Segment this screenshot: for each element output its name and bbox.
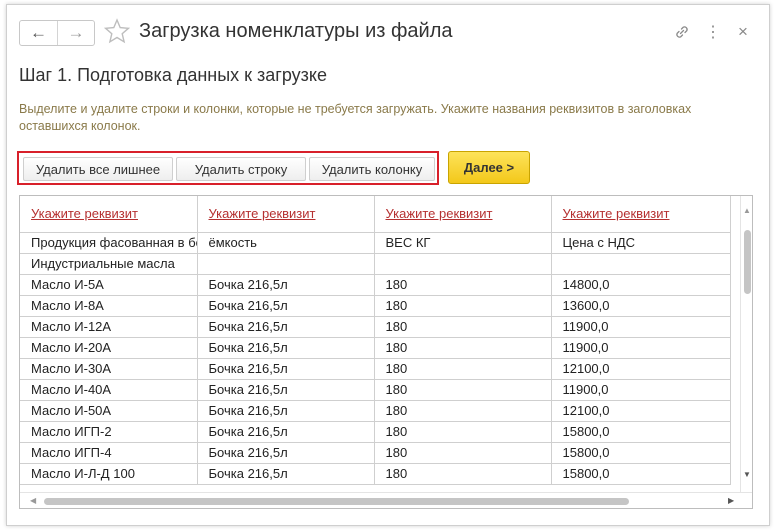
column-header[interactable]: Укажите реквизит <box>374 196 552 233</box>
step-title: Шаг 1. Подготовка данных к загрузке <box>19 65 328 85</box>
scroll-up-icon[interactable]: ▲ <box>743 206 751 215</box>
table-cell[interactable]: 12100,0 <box>551 400 731 422</box>
delete-row-button[interactable]: Удалить строку <box>176 157 306 181</box>
arrow-right-icon: → <box>67 23 85 42</box>
navigation-buttons: ← → <box>19 20 95 46</box>
highlighted-button-group: Удалить все лишнее Удалить строку Удалит… <box>17 151 439 185</box>
table-cell[interactable]: 180 <box>374 442 552 464</box>
table-cell[interactable]: Масло И-12А <box>20 316 198 338</box>
table-cell[interactable]: Индустриальные масла <box>20 253 198 275</box>
horizontal-scrollbar[interactable]: ◀ ▶ <box>20 492 752 508</box>
table-cell[interactable]: 12100,0 <box>551 358 731 380</box>
table-row[interactable]: Масло ИГП-2 Бочка 216,5л 180 15800,0 <box>20 421 731 443</box>
table-cell[interactable]: Бочка 216,5л <box>197 442 375 464</box>
table-cell[interactable]: 14800,0 <box>551 274 731 296</box>
table-cell[interactable]: Бочка 216,5л <box>197 358 375 380</box>
table-cell[interactable]: 11900,0 <box>551 379 731 401</box>
table-cell[interactable]: Масло И-8А <box>20 295 198 317</box>
column-header[interactable]: Укажите реквизит <box>20 196 198 233</box>
table-cell[interactable] <box>374 253 552 275</box>
scroll-right-icon[interactable]: ▶ <box>728 496 734 505</box>
table-cell[interactable]: Бочка 216,5л <box>197 337 375 359</box>
table-row[interactable]: Масло И-5А Бочка 216,5л 180 14800,0 <box>20 274 731 296</box>
header-link[interactable]: Укажите реквизит <box>31 206 138 221</box>
table-cell[interactable]: Масло И-5А <box>20 274 198 296</box>
table-cell[interactable]: 180 <box>374 463 552 485</box>
table-row[interactable]: Масло И-50А Бочка 216,5л 180 12100,0 <box>20 400 731 422</box>
header-link[interactable]: Укажите реквизит <box>563 206 670 221</box>
vertical-scroll-thumb[interactable] <box>744 230 751 294</box>
table-cell[interactable] <box>197 253 375 275</box>
table-cell[interactable]: Бочка 216,5л <box>197 421 375 443</box>
table-row[interactable]: Масло И-8А Бочка 216,5л 180 13600,0 <box>20 295 731 317</box>
table-row[interactable]: Индустриальные масла <box>20 253 731 275</box>
table-cell[interactable]: 180 <box>374 379 552 401</box>
back-button[interactable]: ← <box>20 21 57 45</box>
table-cell[interactable]: 180 <box>374 337 552 359</box>
more-options-icon[interactable]: ⋮ <box>704 23 722 41</box>
table-cell[interactable]: 11900,0 <box>551 337 731 359</box>
scroll-down-icon[interactable]: ▼ <box>743 470 751 479</box>
instruction-text: Выделите и удалите строки и колонки, кот… <box>19 102 692 133</box>
table-cell[interactable]: Бочка 216,5л <box>197 463 375 485</box>
table-cell[interactable]: 15800,0 <box>551 421 731 443</box>
scroll-left-icon[interactable]: ◀ <box>30 496 36 505</box>
table-row[interactable]: Масло И-20А Бочка 216,5л 180 11900,0 <box>20 337 731 359</box>
table-row[interactable]: Масло И-30А Бочка 216,5л 180 12100,0 <box>20 358 731 380</box>
table-cell[interactable]: 180 <box>374 421 552 443</box>
close-icon[interactable]: × <box>734 22 752 41</box>
delete-all-extra-button[interactable]: Удалить все лишнее <box>23 157 173 181</box>
table-row[interactable]: Масло И-12А Бочка 216,5л 180 11900,0 <box>20 316 731 338</box>
table-cell[interactable]: Бочка 216,5л <box>197 316 375 338</box>
table-cell[interactable]: Масло ИГП-2 <box>20 421 198 443</box>
data-grid[interactable]: Укажите реквизит Укажите реквизит Укажит… <box>19 195 753 509</box>
forward-button[interactable]: → <box>56 21 94 45</box>
table-cell[interactable]: 15800,0 <box>551 442 731 464</box>
header-link[interactable]: Укажите реквизит <box>209 206 316 221</box>
table-cell[interactable]: Бочка 216,5л <box>197 400 375 422</box>
table-cell[interactable]: Масло И-Л-Д 100 <box>20 463 198 485</box>
title-bar: ← → Загрузка номенклатуры из файла ⋮ × <box>7 5 769 57</box>
arrow-left-icon: ← <box>29 23 47 42</box>
table-cell[interactable]: Масло И-20А <box>20 337 198 359</box>
table-cell[interactable]: Масло И-40А <box>20 379 198 401</box>
table-row[interactable]: Масло И-40А Бочка 216,5л 180 11900,0 <box>20 379 731 401</box>
link-icon[interactable] <box>673 23 691 41</box>
table-row[interactable]: Продукция фасованная в бочкиёмкостьВЕС К… <box>20 232 731 254</box>
dialog-window: ← → Загрузка номенклатуры из файла ⋮ × Ш… <box>6 4 770 526</box>
table-cell[interactable]: ВЕС КГ <box>374 232 552 254</box>
horizontal-scroll-thumb[interactable] <box>44 498 629 505</box>
column-header[interactable]: Укажите реквизит <box>551 196 731 233</box>
vertical-scrollbar[interactable]: ▲ ▼ <box>740 196 752 492</box>
table-cell[interactable]: Цена с НДС <box>551 232 731 254</box>
table-cell[interactable]: Масло ИГП-4 <box>20 442 198 464</box>
table-cell[interactable]: ёмкость <box>197 232 375 254</box>
table-header-row: Укажите реквизит Укажите реквизит Укажит… <box>20 196 731 233</box>
import-table: Укажите реквизит Укажите реквизит Укажит… <box>20 196 731 485</box>
favorite-star-icon[interactable] <box>104 18 130 44</box>
table-cell[interactable]: Масло И-30А <box>20 358 198 380</box>
table-cell[interactable]: Бочка 216,5л <box>197 274 375 296</box>
next-button[interactable]: Далее > <box>448 151 530 184</box>
table-cell[interactable]: 13600,0 <box>551 295 731 317</box>
table-cell[interactable]: 180 <box>374 295 552 317</box>
table-cell[interactable]: 180 <box>374 274 552 296</box>
table-cell[interactable]: Бочка 216,5л <box>197 379 375 401</box>
table-cell[interactable] <box>551 253 731 275</box>
table-cell[interactable]: Продукция фасованная в бочки <box>20 232 198 254</box>
table-cell[interactable]: Масло И-50А <box>20 400 198 422</box>
window-title: Загрузка номенклатуры из файла <box>139 20 453 42</box>
header-link[interactable]: Укажите реквизит <box>386 206 493 221</box>
column-header[interactable]: Укажите реквизит <box>197 196 375 233</box>
table-row[interactable]: Масло ИГП-4 Бочка 216,5л 180 15800,0 <box>20 442 731 464</box>
table-cell[interactable]: 15800,0 <box>551 463 731 485</box>
table-cell[interactable]: 11900,0 <box>551 316 731 338</box>
delete-column-button[interactable]: Удалить колонку <box>309 157 435 181</box>
table-cell[interactable]: Бочка 216,5л <box>197 295 375 317</box>
table-cell[interactable]: 180 <box>374 400 552 422</box>
table-cell[interactable]: 180 <box>374 316 552 338</box>
table-cell[interactable]: 180 <box>374 358 552 380</box>
table-row[interactable]: Масло И-Л-Д 100 Бочка 216,5л 180 15800,0 <box>20 463 731 485</box>
